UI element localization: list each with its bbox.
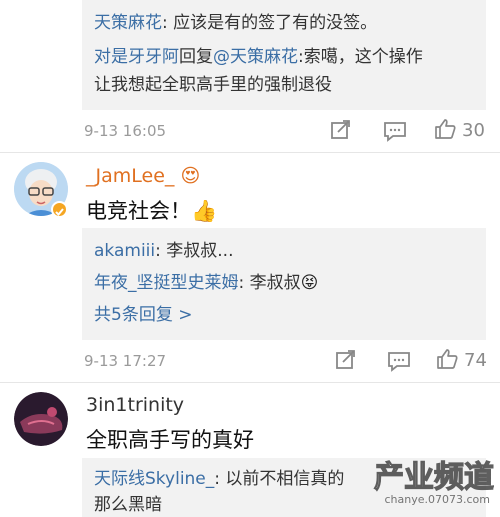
comment-icon[interactable] bbox=[383, 120, 407, 146]
reply-item[interactable]: 年夜_坚挺型史莱姆: 李叔叔😝 bbox=[94, 272, 318, 294]
reply-item[interactable]: 对是牙牙阿回复@天策麻花:索噶，这个操作 bbox=[94, 46, 423, 68]
comment-author[interactable]: _JamLee_ 😍 bbox=[86, 165, 200, 187]
reply-text: 以前不相信真的 bbox=[225, 469, 345, 489]
reply-text: 李叔叔... bbox=[166, 241, 234, 261]
reply-box: 天策麻花: 应该是有的签了有的没签。 对是牙牙阿回复@天策麻花:索噶，这个操作 … bbox=[82, 0, 486, 110]
comment-text: 电竞社会！👍 bbox=[86, 199, 218, 223]
like-icon[interactable] bbox=[434, 118, 456, 144]
reply-text: 应该是有的签了有的没签。 bbox=[173, 13, 378, 33]
reply-username[interactable]: 天策麻花 bbox=[94, 13, 162, 33]
reply-username[interactable]: 对是牙牙阿 bbox=[94, 47, 179, 67]
svg-text:chanye.07073.com: chanye.07073.com bbox=[385, 493, 491, 506]
repost-icon[interactable] bbox=[330, 119, 352, 145]
timestamp: 9-13 17:27 bbox=[84, 352, 167, 370]
thumbs-up-emoji-icon: 👍 bbox=[191, 199, 218, 223]
like-count: 30 bbox=[462, 120, 485, 141]
emoji-icon: 😝 bbox=[300, 273, 319, 293]
comment-text: 全职高手写的真好 bbox=[86, 428, 254, 452]
like-icon[interactable] bbox=[436, 348, 458, 374]
divider bbox=[0, 152, 500, 153]
reply-text: 让我想起全职高手里的强制退役 bbox=[94, 75, 332, 95]
reply-text: :索噶，这个操作 bbox=[298, 47, 423, 67]
like-count: 74 bbox=[464, 350, 487, 371]
reply-item-continued: 让我想起全职高手里的强制退役 bbox=[94, 74, 332, 96]
timestamp: 9-13 16:05 bbox=[84, 122, 167, 140]
reply-item[interactable]: 天际线Skyline_: 以前不相信真的 bbox=[94, 468, 344, 490]
repost-icon[interactable] bbox=[335, 349, 357, 375]
divider bbox=[0, 382, 500, 383]
reply-text: 李叔叔 bbox=[249, 273, 301, 293]
verified-badge-icon bbox=[51, 201, 68, 218]
svg-text:产业频道: 产业频道 bbox=[374, 460, 494, 495]
mention-link[interactable]: @天策麻花 bbox=[213, 47, 298, 67]
avatar[interactable] bbox=[14, 392, 68, 446]
reply-item-continued: 那么黑暗 bbox=[94, 494, 162, 516]
reply-text: 那么黑暗 bbox=[94, 495, 162, 515]
reply-item[interactable]: akamiii: 李叔叔... bbox=[94, 240, 233, 262]
reply-username[interactable]: 天际线Skyline_ bbox=[94, 469, 214, 489]
watermark-logo: 产业频道 chanye.07073.com bbox=[344, 457, 494, 513]
reply-item[interactable]: 天策麻花: 应该是有的签了有的没签。 bbox=[94, 12, 377, 34]
reply-username[interactable]: akamiii bbox=[94, 241, 155, 261]
more-replies-link[interactable]: 共5条回复 > bbox=[94, 304, 192, 326]
reply-username[interactable]: 年夜_坚挺型史莱姆 bbox=[94, 273, 239, 293]
emoji-icon: 😍 bbox=[180, 165, 201, 187]
reply-box: akamiii: 李叔叔... 年夜_坚挺型史莱姆: 李叔叔😝 共5条回复 > bbox=[82, 228, 486, 340]
comment-author[interactable]: 3in1trinity bbox=[86, 394, 184, 416]
comment-icon[interactable] bbox=[387, 350, 411, 376]
